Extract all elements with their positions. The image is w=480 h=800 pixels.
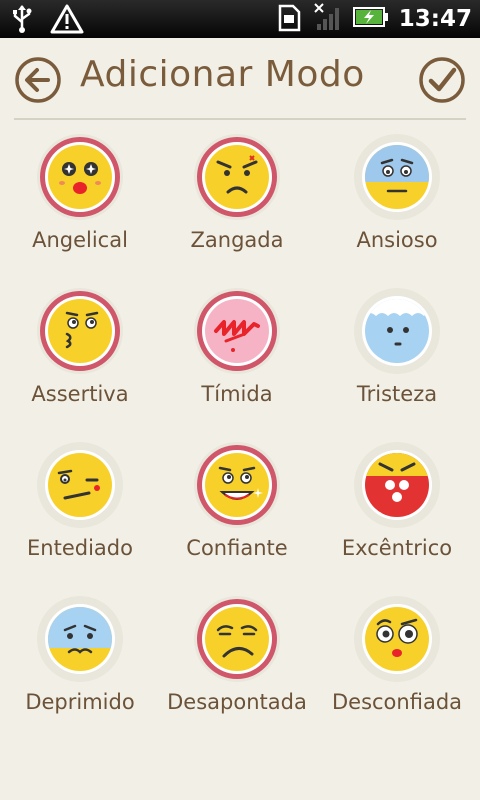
warning-icon — [50, 4, 84, 38]
mood-label: Entediado — [27, 536, 133, 560]
signal-icon — [313, 2, 343, 36]
mood-item-entediado[interactable]: Entediado — [0, 436, 160, 590]
mood-item-deprimido[interactable]: Deprimido — [0, 590, 160, 744]
mood-label: Excêntrico — [341, 536, 453, 560]
status-bar-notifications — [10, 4, 84, 38]
mood-item-timida[interactable]: Tímida — [160, 282, 314, 436]
deprimido-face-icon — [37, 596, 123, 682]
sd-card-icon — [277, 2, 303, 36]
assertiva-face-icon — [37, 288, 123, 374]
checkmark-icon — [419, 57, 465, 103]
confiante-face-icon — [194, 442, 280, 528]
timida-face-icon — [194, 288, 280, 374]
mood-label: Zangada — [190, 228, 284, 252]
page-title: Adicionar Modo — [80, 54, 365, 95]
ansioso-face-icon — [354, 134, 440, 220]
mood-label: Assertiva — [31, 382, 129, 406]
status-bar-system: 13:47 — [277, 2, 472, 36]
excentrico-face-icon — [354, 442, 440, 528]
status-bar-time: 13:47 — [398, 6, 472, 32]
mood-item-desconfiada[interactable]: Desconfiada — [314, 590, 480, 744]
mood-label: Desapontada — [167, 690, 307, 714]
entediado-face-icon — [37, 442, 123, 528]
mood-item-excentrico[interactable]: Excêntrico — [314, 436, 480, 590]
mood-grid: Angelical Zangada Ansioso Assertiva Tími… — [0, 128, 480, 744]
mood-label: Desconfiada — [331, 690, 463, 714]
tristeza-face-icon — [354, 288, 440, 374]
header-divider — [14, 118, 466, 120]
mood-label: Tristeza — [356, 382, 438, 406]
battery-charging-icon — [352, 5, 389, 33]
mood-item-tristeza[interactable]: Tristeza — [314, 282, 480, 436]
mood-label: Confiante — [186, 536, 288, 560]
usb-icon — [10, 4, 34, 38]
mood-item-zangada[interactable]: Zangada — [160, 128, 314, 282]
angelical-face-icon — [37, 134, 123, 220]
mood-item-confiante[interactable]: Confiante — [160, 436, 314, 590]
desconfiada-face-icon — [354, 596, 440, 682]
mood-label: Ansioso — [356, 228, 438, 252]
mood-item-desapontada[interactable]: Desapontada — [160, 590, 314, 744]
back-button[interactable] — [14, 56, 62, 104]
mood-item-assertiva[interactable]: Assertiva — [0, 282, 160, 436]
mood-label: Tímida — [201, 382, 273, 406]
mood-item-angelical[interactable]: Angelical — [0, 128, 160, 282]
zangada-face-icon — [194, 134, 280, 220]
confirm-button[interactable] — [418, 56, 466, 104]
status-bar: 13:47 — [0, 0, 480, 38]
mood-label: Deprimido — [25, 690, 135, 714]
mood-label: Angelical — [32, 228, 128, 252]
header-bar: Adicionar Modo — [0, 38, 480, 120]
mood-item-ansioso[interactable]: Ansioso — [314, 128, 480, 282]
desapontada-face-icon — [194, 596, 280, 682]
back-arrow-icon — [15, 57, 61, 103]
